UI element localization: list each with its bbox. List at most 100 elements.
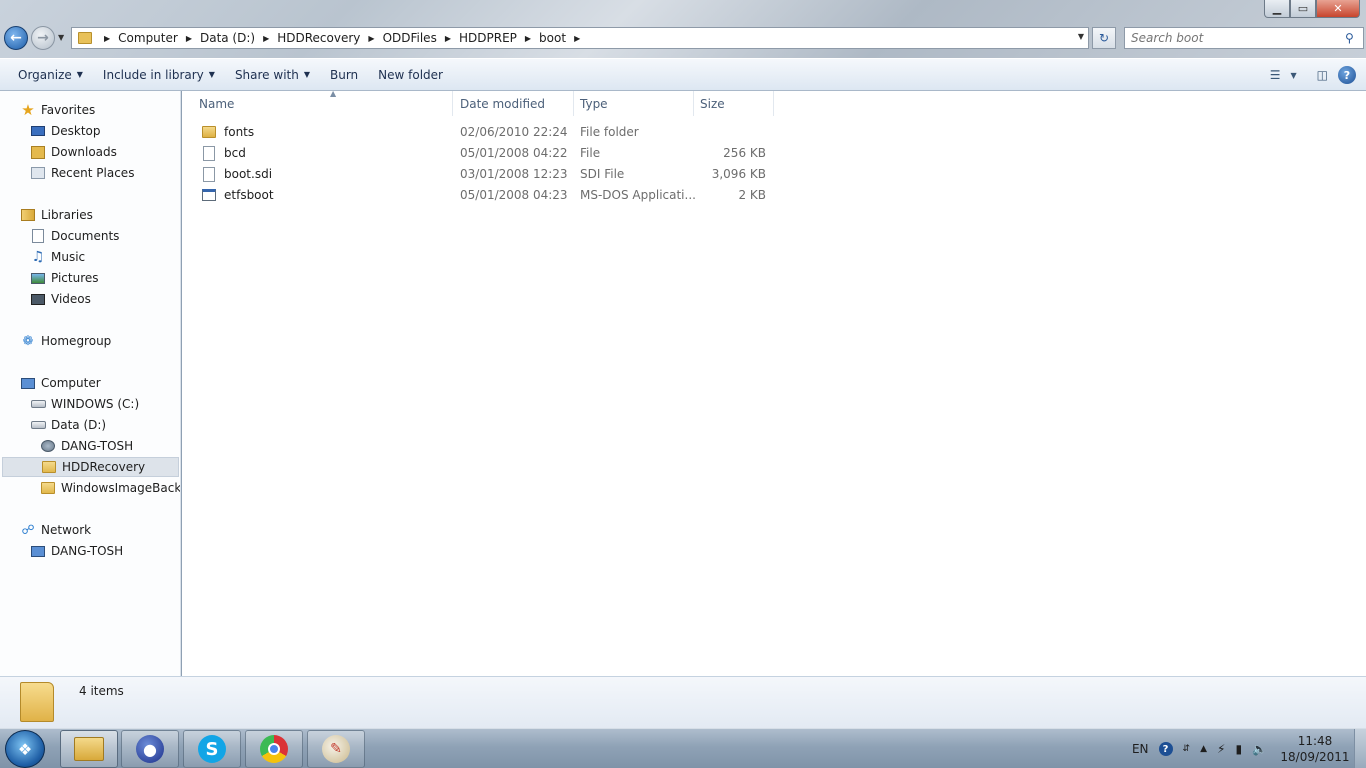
burn-button[interactable]: Burn <box>320 63 368 87</box>
search-icon[interactable]: ⚲ <box>1345 31 1363 45</box>
preview-pane-button[interactable]: ◫ <box>1317 63 1328 87</box>
file-date: 05/01/2008 04:23 <box>460 188 568 202</box>
burn-label: Burn <box>330 67 359 82</box>
file-size <box>700 122 766 142</box>
volume-icon[interactable]: 🔈 <box>1252 742 1267 756</box>
show-hidden-icons-button[interactable]: ▲ <box>1200 744 1207 754</box>
chevron-down-icon: ▼ <box>58 33 65 42</box>
include-in-library-label: Include in library <box>102 67 204 82</box>
clock[interactable]: 11:48 18/09/2011 <box>1276 733 1354 765</box>
recent-places-icon <box>30 166 46 180</box>
language-indicator[interactable]: EN <box>1132 742 1149 756</box>
details-view-icon: ☰ <box>1269 68 1281 82</box>
help-tray-button[interactable]: ? <box>1158 742 1173 756</box>
item-count: 4 items <box>79 684 124 698</box>
chevron-right-icon: ▶ <box>185 33 192 43</box>
taskbar-app-skype[interactable]: S <box>183 730 241 768</box>
column-header-type[interactable]: Type <box>574 91 694 116</box>
taskbar-app-explorer[interactable] <box>60 730 118 768</box>
sidebar-item-documents[interactable]: Documents <box>30 226 119 246</box>
forward-button[interactable]: → <box>31 26 55 50</box>
network-drive-icon <box>40 439 56 453</box>
column-header-label: Size <box>700 96 725 111</box>
organize-button[interactable]: Organize ▼ <box>8 63 93 87</box>
sidebar-item-hddrecovery[interactable]: HDDRecovery <box>2 457 179 477</box>
breadcrumb-computer[interactable]: Computer ▶ <box>118 31 200 45</box>
column-header-size[interactable]: Size <box>694 91 774 116</box>
file-icon <box>201 166 217 182</box>
address-history-dropdown[interactable]: ▼ <box>1078 32 1084 41</box>
taskbar-app-paint[interactable]: ✎ <box>307 730 365 768</box>
sidebar-item-music[interactable]: ♫ Music <box>30 247 85 267</box>
change-view-button[interactable]: ☰ <box>1270 63 1281 87</box>
tray-options-icon[interactable]: ⇵ <box>1183 744 1191 754</box>
view-options-dropdown[interactable]: ▼ <box>1291 63 1297 87</box>
refresh-button[interactable]: ↻ <box>1092 27 1116 49</box>
minimize-button[interactable]: ▁ <box>1264 0 1290 18</box>
taskbar-app-chrome[interactable] <box>245 730 303 768</box>
sidebar-item-homegroup[interactable]: ❁ Homegroup <box>20 331 112 351</box>
breadcrumb-data-d[interactable]: Data (D:) ▶ <box>200 31 277 45</box>
sidebar-item-videos[interactable]: Videos <box>30 289 91 309</box>
column-header-label: Type <box>580 96 608 111</box>
sidebar-item-label: Music <box>51 250 86 264</box>
forward-arrow-icon: → <box>37 30 49 46</box>
new-folder-button[interactable]: New folder <box>368 63 453 87</box>
sidebar-item-recent-places[interactable]: Recent Places <box>30 163 134 183</box>
sidebar-item-windows-c[interactable]: WINDOWS (C:) <box>30 394 139 414</box>
start-button[interactable]: ❖ <box>5 730 45 768</box>
file-row-etfsboot[interactable]: etfsboot 05/01/2008 04:23 MS-DOS Applica… <box>196 185 776 205</box>
share-with-button[interactable]: Share with ▼ <box>225 63 320 87</box>
breadcrumb-hddrecovery[interactable]: HDDRecovery ▶ <box>277 31 382 45</box>
network-signal-icon[interactable]: ▮ <box>1235 742 1242 756</box>
breadcrumb-boot[interactable]: boot ▶ <box>539 31 588 45</box>
sidebar-item-data-d[interactable]: Data (D:) <box>30 415 106 435</box>
power-plug-icon[interactable]: ⚡ <box>1217 742 1225 756</box>
sidebar-item-pictures[interactable]: Pictures <box>30 268 99 288</box>
include-in-library-button[interactable]: Include in library ▼ <box>93 63 225 87</box>
chevron-right-icon: ▶ <box>368 33 375 43</box>
breadcrumb-hddprep[interactable]: HDDPREP ▶ <box>459 31 539 45</box>
sidebar-item-windowsimagebackup[interactable]: WindowsImageBackup <box>40 478 181 498</box>
show-desktop-button[interactable] <box>1354 729 1366 768</box>
windows-drive-icon <box>30 397 46 411</box>
search-input[interactable] <box>1131 29 1345 47</box>
sidebar-item-favorites[interactable]: ★ Favorites <box>20 100 95 120</box>
column-header-label: Date modified <box>460 96 546 111</box>
file-name-cell: fonts <box>201 122 254 142</box>
sidebar-item-computer[interactable]: Computer <box>20 373 101 393</box>
command-bar: Organize ▼ Include in library ▼ Share with… <box>0 58 1366 91</box>
sidebar-item-desktop[interactable]: Desktop <box>30 121 101 141</box>
network-icon: ☍ <box>21 522 35 538</box>
folder-icon <box>201 124 217 140</box>
downloads-folder-icon <box>30 145 46 159</box>
maximize-button[interactable]: ▭ <box>1290 0 1316 18</box>
sidebar-item-downloads[interactable]: Downloads <box>30 142 117 162</box>
sidebar-item-label: Homegroup <box>41 334 112 348</box>
file-row-fonts[interactable]: fonts 02/06/2010 22:24 File folder <box>196 122 776 142</box>
column-header-name[interactable]: Name ▲ <box>193 89 453 116</box>
chevron-down-icon: ▼ <box>76 70 83 79</box>
breadcrumb-oddfiles[interactable]: ODDFiles ▶ <box>383 31 459 45</box>
recent-pages-button[interactable]: ▼ <box>58 33 66 43</box>
sidebar-item-libraries[interactable]: Libraries <box>20 205 93 225</box>
sidebar-item-label: WindowsImageBackup <box>61 481 181 495</box>
help-button[interactable]: ? <box>1338 63 1356 87</box>
file-date: 05/01/2008 04:22 <box>460 146 568 160</box>
file-row-boot-sdi[interactable]: boot.sdi 03/01/2008 12:23 SDI File 3,096… <box>196 164 776 184</box>
sidebar-item-network[interactable]: ☍ Network <box>20 520 91 540</box>
breadcrumb-root-arrow[interactable]: ▶ <box>96 34 118 43</box>
column-header-date-modified[interactable]: Date modified <box>454 91 574 116</box>
file-list: Name ▲ Date modified Type Size fonts 02/… <box>182 89 1366 676</box>
sidebar-item-dang-tosh-share[interactable]: DANG-TOSH <box>40 436 133 456</box>
close-button[interactable]: ✕ <box>1316 0 1360 18</box>
new-folder-label: New folder <box>378 67 443 82</box>
address-bar[interactable]: ▶ Computer ▶ Data (D:) ▶ HDDRecovery ▶ ODDF… <box>71 27 1089 49</box>
explorer-icon <box>74 737 104 761</box>
file-row-bcd[interactable]: bcd 05/01/2008 04:22 File 256 KB <box>196 143 776 163</box>
sidebar-item-label: Videos <box>51 292 91 306</box>
taskbar-app-user[interactable]: ● <box>121 730 179 768</box>
file-type: SDI File <box>580 167 625 181</box>
back-button[interactable]: ← <box>4 26 28 50</box>
sidebar-item-network-dang-tosh[interactable]: DANG-TOSH <box>30 541 123 561</box>
